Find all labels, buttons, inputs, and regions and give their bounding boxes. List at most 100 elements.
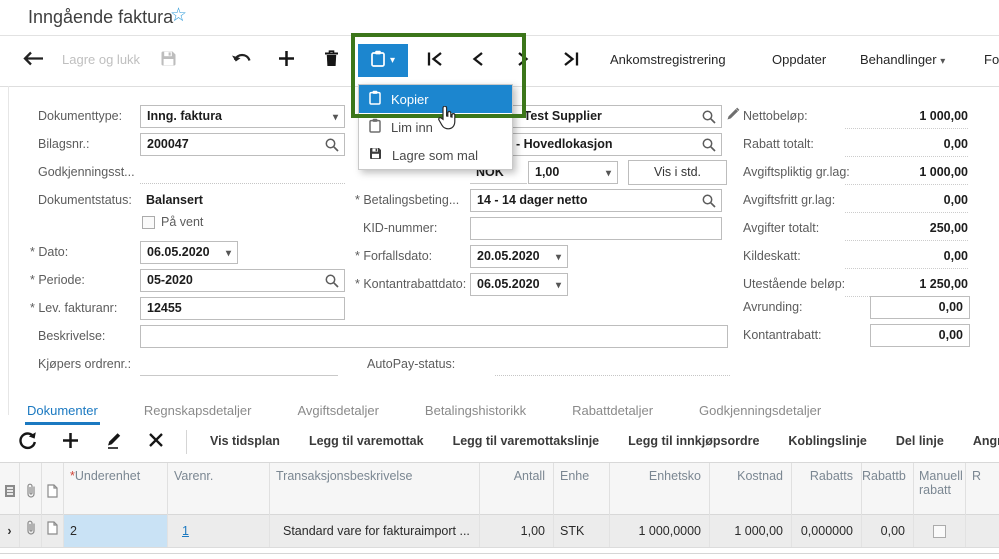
clipboard-dropdown-button[interactable]: ▾ bbox=[358, 44, 408, 77]
magnifier-icon[interactable] bbox=[702, 138, 716, 155]
cell-beskrivelse[interactable]: Standard vare for fakturaimport ... bbox=[270, 515, 480, 547]
header-varenr[interactable]: Varenr. bbox=[168, 463, 270, 515]
tab-regnskapsdetaljer[interactable]: Regnskapsdetaljer bbox=[142, 400, 254, 425]
koblingslinje-button[interactable]: Koblingslinje bbox=[788, 434, 866, 448]
tab-godkjenningsdetaljer[interactable]: Godkjenningsdetaljer bbox=[697, 400, 823, 425]
forfallsdato-label: * Forfallsdato: bbox=[355, 249, 433, 263]
favorite-star-icon[interactable]: ☆ bbox=[170, 4, 187, 27]
kontantrabattdato-datepicker[interactable]: 06.05.2020 ▾ bbox=[470, 273, 568, 296]
varenr-link[interactable]: 1 bbox=[182, 524, 189, 538]
back-button[interactable] bbox=[20, 46, 46, 76]
header-rabattsats[interactable]: Rabatts bbox=[792, 463, 862, 515]
behandlinger-menu-button[interactable]: Behandlinger ▾ bbox=[860, 52, 945, 67]
periode-input[interactable]: 05-2020 bbox=[140, 269, 345, 292]
tab-dokumenter[interactable]: Dokumenter bbox=[25, 400, 100, 425]
add-row-button[interactable] bbox=[62, 432, 79, 454]
magnifier-icon[interactable] bbox=[702, 110, 716, 127]
kurs-select[interactable]: 1,00 ▾ bbox=[528, 161, 618, 184]
legg-til-varemottak-button[interactable]: Legg til varemottak bbox=[309, 434, 424, 448]
delete-row-button[interactable] bbox=[148, 432, 164, 453]
menu-item-lagre-som-mal[interactable]: Lagre som mal bbox=[359, 141, 512, 169]
header-clipped[interactable]: R bbox=[966, 463, 999, 515]
legg-til-innkjopsordre-button[interactable]: Legg til innkjøpsordre bbox=[628, 434, 759, 448]
avrunding-input[interactable]: 0,00 bbox=[870, 296, 970, 319]
header-enhetskostnad[interactable]: Enhetsko bbox=[610, 463, 710, 515]
cell-varenr[interactable]: 1 bbox=[168, 515, 270, 547]
header-rabattbelop[interactable]: Rabattb bbox=[862, 463, 914, 515]
del-linje-button[interactable]: Del linje bbox=[896, 434, 944, 448]
ankomstregistrering-button[interactable]: Ankomstregistrering bbox=[610, 52, 726, 67]
magnifier-icon[interactable] bbox=[325, 138, 339, 155]
header-kostnad[interactable]: Kostnad bbox=[710, 463, 792, 515]
previous-record-button[interactable] bbox=[468, 46, 486, 76]
avgifter-totalt-label: Avgifter totalt: bbox=[743, 221, 820, 235]
add-button[interactable] bbox=[277, 46, 295, 76]
tab-avgiftsdetaljer[interactable]: Avgiftsdetaljer bbox=[296, 400, 381, 425]
row-notes-cell[interactable] bbox=[42, 515, 64, 547]
nettobelop-value: 1 000,00 bbox=[845, 105, 968, 129]
save-button[interactable] bbox=[158, 46, 178, 76]
beskrivelse-label: Beskrivelse: bbox=[38, 329, 106, 343]
caret-down-icon: ▾ bbox=[555, 252, 561, 263]
cell-rabattbelop[interactable]: 0,00 bbox=[862, 515, 914, 547]
kontantrabattdato-value: 06.05.2020 bbox=[477, 277, 540, 291]
edit-row-button[interactable] bbox=[106, 431, 123, 454]
kid-nummer-input[interactable] bbox=[470, 217, 722, 240]
first-record-button[interactable] bbox=[424, 46, 446, 76]
header-manuell-rabatt[interactable]: Manuell rabatt bbox=[914, 463, 966, 515]
caret-down-icon: ▾ bbox=[940, 56, 946, 67]
dokumenttype-label: Dokumenttype: bbox=[38, 109, 123, 123]
notes-column-header[interactable] bbox=[42, 463, 64, 515]
table-row[interactable]: › 2 1 Standard vare for fakturaimport ..… bbox=[0, 515, 999, 548]
file-icon bbox=[47, 515, 58, 547]
header-enhet[interactable]: Enhe bbox=[554, 463, 610, 515]
menu-item-kopier[interactable]: Kopier bbox=[359, 85, 512, 113]
menu-item-lim-inn[interactable]: Lim inn bbox=[359, 113, 512, 141]
vis-i-std-button[interactable]: Vis i std. bbox=[628, 160, 727, 185]
cell-antall[interactable]: 1,00 bbox=[480, 515, 554, 547]
row-attachments-cell[interactable] bbox=[20, 515, 42, 547]
column-settings-header[interactable] bbox=[0, 463, 20, 515]
magnifier-icon[interactable] bbox=[325, 274, 339, 291]
beskrivelse-input[interactable] bbox=[140, 325, 728, 348]
overflow-toolbar-label[interactable]: Fo bbox=[984, 52, 999, 67]
cell-enhet[interactable]: STK bbox=[554, 515, 610, 547]
cell-rabattsats[interactable]: 0,000000 bbox=[792, 515, 862, 547]
next-record-button[interactable] bbox=[514, 46, 532, 76]
header-transaksjonsbeskrivelse[interactable]: Transaksjonsbeskrivelse bbox=[270, 463, 480, 515]
header-antall[interactable]: Antall bbox=[480, 463, 554, 515]
kontantrabatt-input[interactable]: 0,00 bbox=[870, 324, 970, 347]
manuell-rabatt-checkbox[interactable] bbox=[933, 525, 946, 538]
dato-datepicker[interactable]: 06.05.2020 ▾ bbox=[140, 241, 238, 264]
dokumenttype-select[interactable]: Inng. faktura ▾ bbox=[140, 105, 345, 128]
pencil-icon bbox=[106, 433, 123, 453]
vis-tidsplan-button[interactable]: Vis tidsplan bbox=[210, 434, 280, 448]
row-selector[interactable]: › bbox=[0, 515, 20, 547]
attachments-column-header[interactable] bbox=[20, 463, 42, 515]
tab-rabattdetaljer[interactable]: Rabattdetaljer bbox=[570, 400, 655, 425]
kjopers-ordrenr-value[interactable] bbox=[140, 353, 338, 376]
forfallsdato-datepicker[interactable]: 20.05.2020 ▾ bbox=[470, 245, 568, 268]
bilagsnr-input[interactable]: 200047 bbox=[140, 133, 345, 156]
edit-pencil-icon[interactable] bbox=[726, 107, 740, 126]
avgiftsfritt-value: 0,00 bbox=[845, 189, 968, 213]
last-record-button[interactable] bbox=[560, 46, 582, 76]
cell-enhetskostnad[interactable]: 1 000,0000 bbox=[610, 515, 710, 547]
header-underenhet[interactable]: *Underenhet bbox=[64, 463, 168, 515]
oppdater-button[interactable]: Oppdater bbox=[772, 52, 826, 67]
legg-til-varemottakslinje-button[interactable]: Legg til varemottakslinje bbox=[453, 434, 600, 448]
cell-kostnad[interactable]: 1 000,00 bbox=[710, 515, 792, 547]
lev-fakturanr-input[interactable]: 12455 bbox=[140, 297, 345, 320]
pa-vent-checkbox[interactable] bbox=[142, 216, 155, 229]
angre-deling-av-linje-button[interactable]: Angre deling av linje bbox=[973, 434, 999, 448]
refresh-button[interactable] bbox=[18, 431, 37, 455]
cell-underenhet[interactable]: 2 bbox=[64, 515, 168, 547]
betalingsbetingelser-input[interactable]: 14 - 14 dager netto bbox=[470, 189, 722, 212]
delete-button[interactable] bbox=[322, 46, 340, 76]
magnifier-icon[interactable] bbox=[702, 194, 716, 211]
save-and-close-button[interactable]: Lagre og lukk bbox=[62, 52, 140, 67]
undo-button[interactable] bbox=[230, 46, 254, 76]
grid-header-row: *Underenhet Varenr. Transaksjonsbeskrive… bbox=[0, 462, 999, 515]
tab-betalingshistorikk[interactable]: Betalingshistorikk bbox=[423, 400, 528, 425]
chevron-right-icon bbox=[517, 51, 530, 72]
